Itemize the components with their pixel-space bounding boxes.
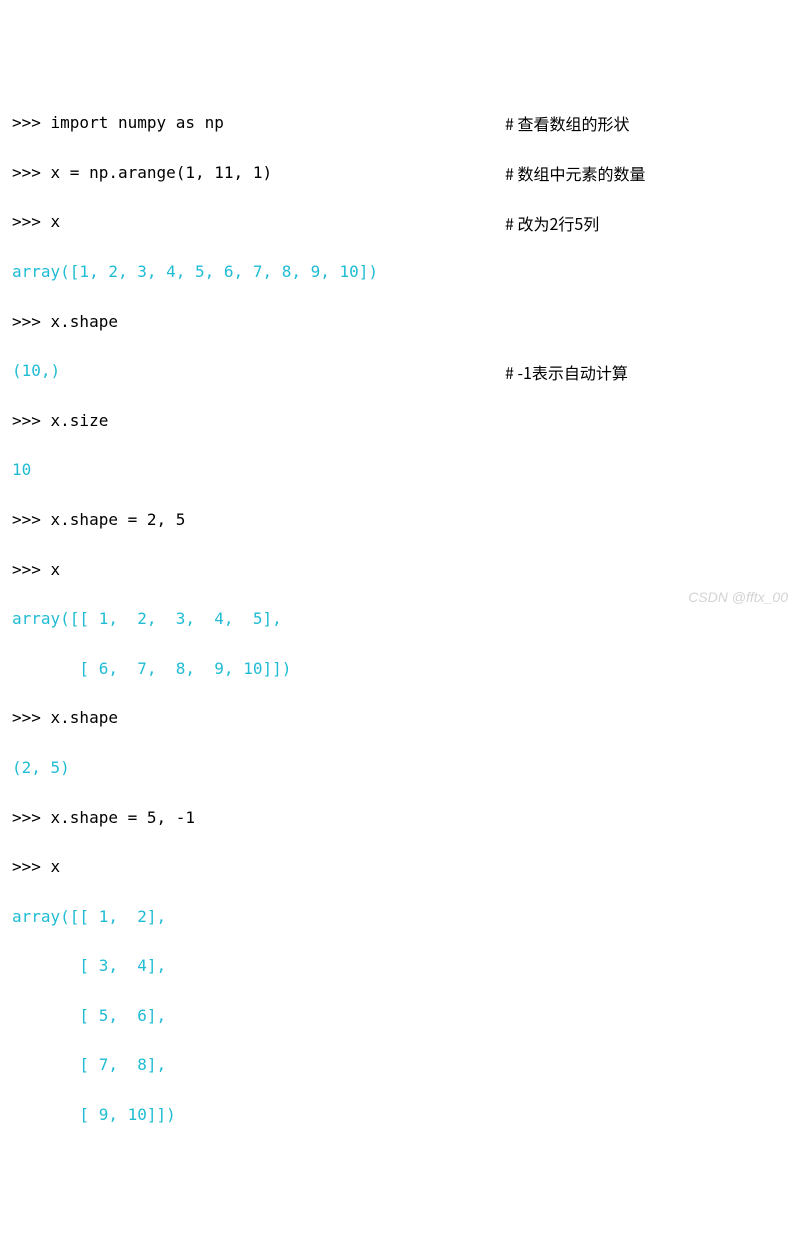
code-line: >>> x xyxy=(12,210,792,235)
output-line: array([[ 1, 2], xyxy=(12,905,792,930)
input-text: x xyxy=(51,212,61,231)
prompt: >>> xyxy=(12,808,51,827)
input-text: x.shape = 2, 5 xyxy=(51,510,186,529)
output-line: 10 xyxy=(12,458,792,483)
prompt: >>> xyxy=(12,163,51,182)
code-line: >>> x.size xyxy=(12,409,792,434)
code-line: >>> x.shape xyxy=(12,706,792,731)
code-line: >>> x xyxy=(12,855,792,880)
comment-shape: # 查看数组的形状 xyxy=(505,111,629,136)
code-line: >>> x.shape xyxy=(12,310,792,335)
comment-size: # 数组中元素的数量 xyxy=(505,161,645,186)
output-line: [ 9, 10]]) xyxy=(12,1103,792,1128)
code-line: >>> x.shape = 2, 5 xyxy=(12,508,792,533)
output-line: (2, 5) xyxy=(12,756,792,781)
input-text: x.shape xyxy=(51,708,118,727)
output-line: [ 3, 4], xyxy=(12,954,792,979)
output-line: [ 6, 7, 8, 9, 10]]) xyxy=(12,657,792,682)
prompt: >>> xyxy=(12,560,51,579)
prompt: >>> xyxy=(12,212,51,231)
output-line: array([[ 1, 2, 3, 4, 5], xyxy=(12,607,792,632)
input-text: import numpy as np xyxy=(51,113,224,132)
input-text: x.size xyxy=(51,411,109,430)
output-line: array([1, 2, 3, 4, 5, 6, 7, 8, 9, 10]) xyxy=(12,260,792,285)
watermark: CSDN @fftx_00 xyxy=(688,587,788,609)
code-line: >>> x xyxy=(12,558,792,583)
input-text: x xyxy=(51,560,61,579)
comment-reshape-2x5: # 改为2行5列 xyxy=(505,211,599,236)
input-text: x.shape xyxy=(51,312,118,331)
code-line: >>> import numpy as np xyxy=(12,111,792,136)
code-line: >>> x.shape = 5, -1 xyxy=(12,806,792,831)
prompt: >>> xyxy=(12,857,51,876)
comment-reshape-auto: # -1表示自动计算 xyxy=(505,360,628,385)
prompt: >>> xyxy=(12,708,51,727)
input-text: x = np.arange(1, 11, 1) xyxy=(51,163,273,182)
input-text: x.shape = 5, -1 xyxy=(51,808,196,827)
prompt: >>> xyxy=(12,113,51,132)
prompt: >>> xyxy=(12,312,51,331)
input-text: x xyxy=(51,857,61,876)
prompt: >>> xyxy=(12,411,51,430)
output-line: [ 5, 6], xyxy=(12,1004,792,1029)
code-line: >>> x = np.arange(1, 11, 1) xyxy=(12,161,792,186)
prompt: >>> xyxy=(12,510,51,529)
output-line: (10,) xyxy=(12,359,792,384)
output-line: [ 7, 8], xyxy=(12,1053,792,1078)
